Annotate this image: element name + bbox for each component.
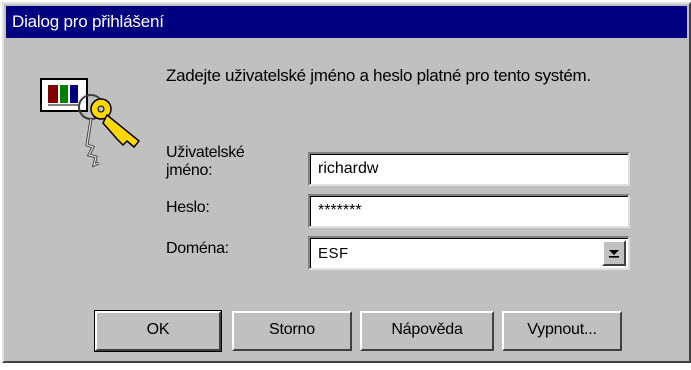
keys-with-id-card-icon [39, 75, 149, 175]
cancel-button[interactable]: Storno [232, 311, 352, 351]
username-input[interactable] [308, 152, 630, 186]
ok-button[interactable]: OK [94, 310, 222, 352]
dropdown-button[interactable] [602, 240, 626, 266]
domain-label: Doména: [166, 240, 229, 257]
instruction-text: Zadejte uživatelské jméno a heslo platné… [166, 66, 591, 85]
help-button[interactable]: Nápověda [360, 311, 494, 351]
dialog-title-bar[interactable]: Dialog pro přihlášení [6, 6, 687, 38]
username-label: Uživatelské jméno: [166, 144, 245, 179]
domain-select[interactable]: ESF [308, 236, 630, 270]
password-label: Heslo: [166, 199, 210, 216]
chevron-down-icon [609, 250, 619, 258]
domain-select-value: ESF [318, 245, 349, 262]
dialog-title: Dialog pro přihlášení [12, 12, 164, 31]
password-input[interactable] [308, 194, 630, 228]
shutdown-button[interactable]: Vypnout... [502, 311, 622, 351]
login-dialog: Dialog pro přihlášení Zadejte uživatelsk… [2, 2, 691, 363]
